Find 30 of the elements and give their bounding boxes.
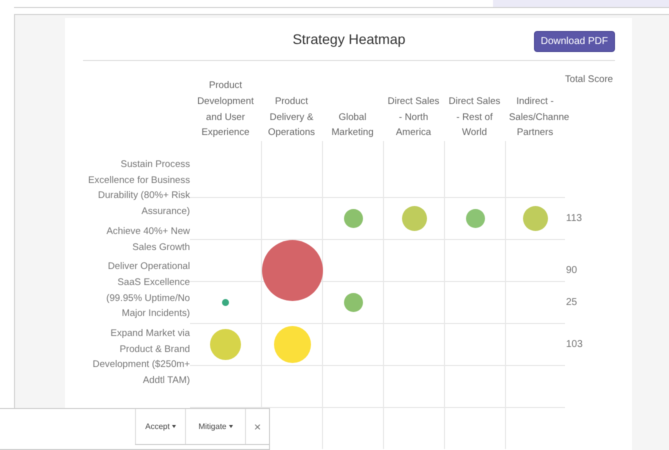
grid-cell bbox=[383, 407, 444, 449]
grid-cell bbox=[383, 365, 444, 407]
total-score: 25 bbox=[566, 296, 578, 308]
download-pdf-button[interactable]: Download PDF bbox=[534, 31, 615, 52]
grid-cell bbox=[383, 323, 444, 365]
column-header: Direct Sales - North America bbox=[386, 94, 440, 140]
column-header: Product Development and User Experience bbox=[196, 79, 255, 140]
row-label: Achieve 40%+ New Sales Growth bbox=[106, 224, 190, 255]
row-label: Deliver Operational SaaS Excellence (99.95% Uptime/No Major Incidents) bbox=[105, 260, 190, 322]
grid-cell bbox=[444, 281, 505, 323]
column-header: Total Score bbox=[565, 73, 614, 87]
row-label: Sustain Process Excellence for Business Durability (80%+ Risk Assurance) bbox=[87, 158, 190, 220]
caret-icon bbox=[228, 425, 232, 428]
grid-cell bbox=[505, 323, 565, 365]
grid-cell bbox=[444, 407, 505, 449]
grid-cell bbox=[505, 407, 565, 449]
grid-cell bbox=[322, 365, 383, 407]
column-header: Global Marketing bbox=[330, 110, 375, 140]
grid-cell bbox=[505, 365, 565, 407]
total-score: 113 bbox=[566, 212, 582, 224]
grid-cell bbox=[444, 365, 505, 407]
column-header: Product Delivery & Operations bbox=[267, 94, 316, 140]
caret-icon bbox=[172, 425, 176, 428]
total-score: 90 bbox=[566, 264, 578, 276]
total-score: 103 bbox=[566, 338, 583, 350]
column-header: Direct Sales - Rest of World bbox=[448, 94, 502, 140]
grid-cell bbox=[505, 281, 565, 323]
row-label: Expand Market via Product & Brand Development ($250m+ Addtl TAM) bbox=[92, 327, 190, 388]
page-title: Strategy Heatmap bbox=[292, 31, 406, 47]
grid-cell bbox=[444, 323, 505, 365]
